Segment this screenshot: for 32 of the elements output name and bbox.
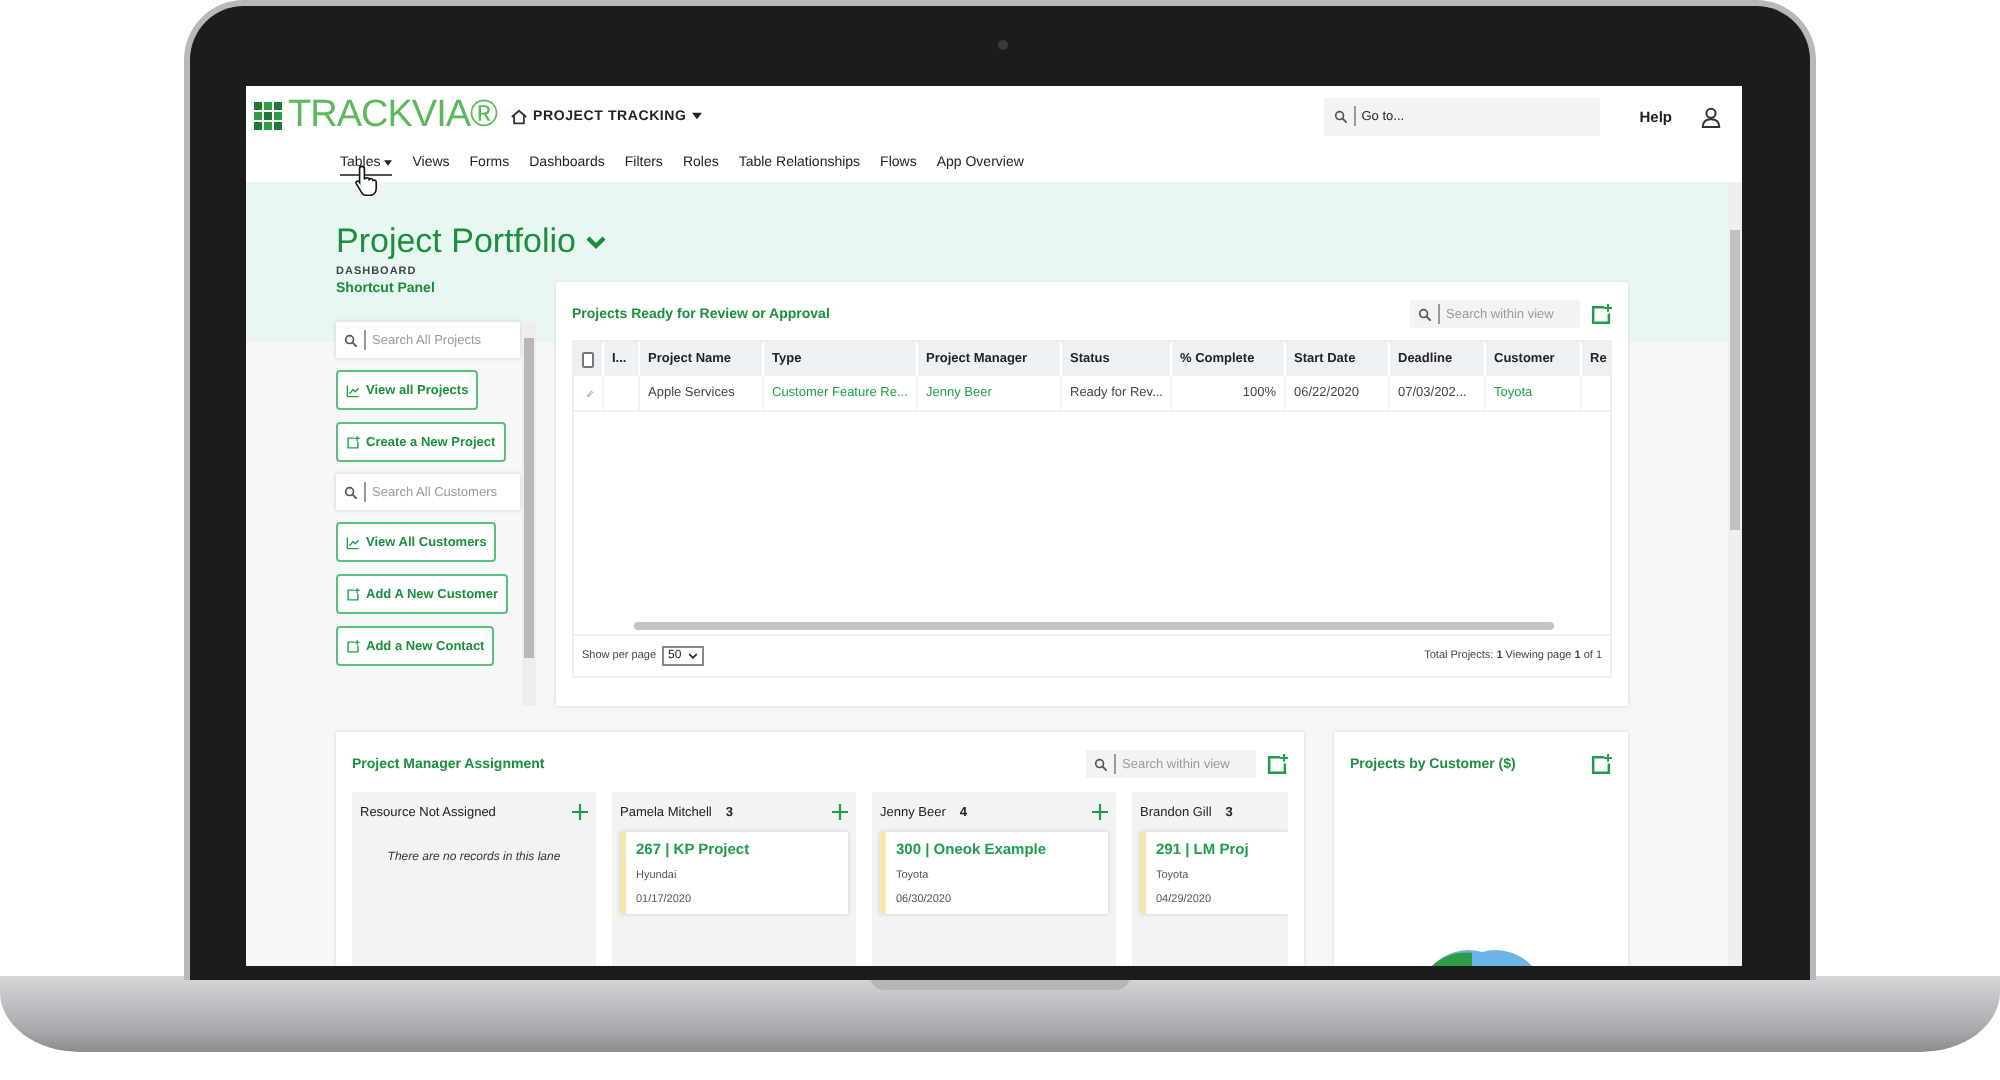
pencil-icon[interactable] bbox=[586, 385, 594, 401]
search-icon bbox=[1094, 757, 1108, 771]
new-record-icon[interactable] bbox=[1266, 753, 1288, 775]
new-record-icon[interactable] bbox=[1590, 753, 1612, 775]
page-scrollbar[interactable] bbox=[1728, 182, 1742, 966]
checkbox[interactable] bbox=[582, 351, 594, 367]
search-icon bbox=[1418, 307, 1432, 321]
caret-icon bbox=[384, 159, 393, 165]
add-icon[interactable] bbox=[832, 804, 848, 820]
new-record-icon[interactable] bbox=[1590, 303, 1612, 325]
search-icon bbox=[1333, 109, 1348, 123]
pointer-hand-icon bbox=[354, 164, 378, 196]
home-icon bbox=[509, 107, 528, 125]
caret-icon bbox=[687, 652, 698, 660]
scrollbar[interactable] bbox=[634, 622, 1554, 630]
add-icon[interactable] bbox=[1092, 804, 1108, 820]
search-icon bbox=[344, 485, 358, 499]
new-record-icon bbox=[346, 587, 360, 601]
page-title: Project Portfolio bbox=[336, 222, 576, 262]
camera-dot bbox=[998, 40, 1008, 50]
scrollbar[interactable] bbox=[522, 322, 536, 706]
search-icon bbox=[344, 333, 358, 347]
caret-icon bbox=[692, 112, 703, 120]
new-record-icon bbox=[346, 639, 360, 653]
line-chart-icon bbox=[346, 535, 360, 549]
chevron-down-icon[interactable] bbox=[586, 235, 606, 249]
logo-text: TRACKVIA® bbox=[288, 94, 498, 138]
logo-grid-icon bbox=[254, 101, 284, 131]
add-icon[interactable] bbox=[572, 804, 588, 820]
user-icon[interactable] bbox=[1700, 105, 1722, 127]
new-record-icon bbox=[346, 435, 360, 449]
line-chart-icon bbox=[346, 383, 360, 397]
